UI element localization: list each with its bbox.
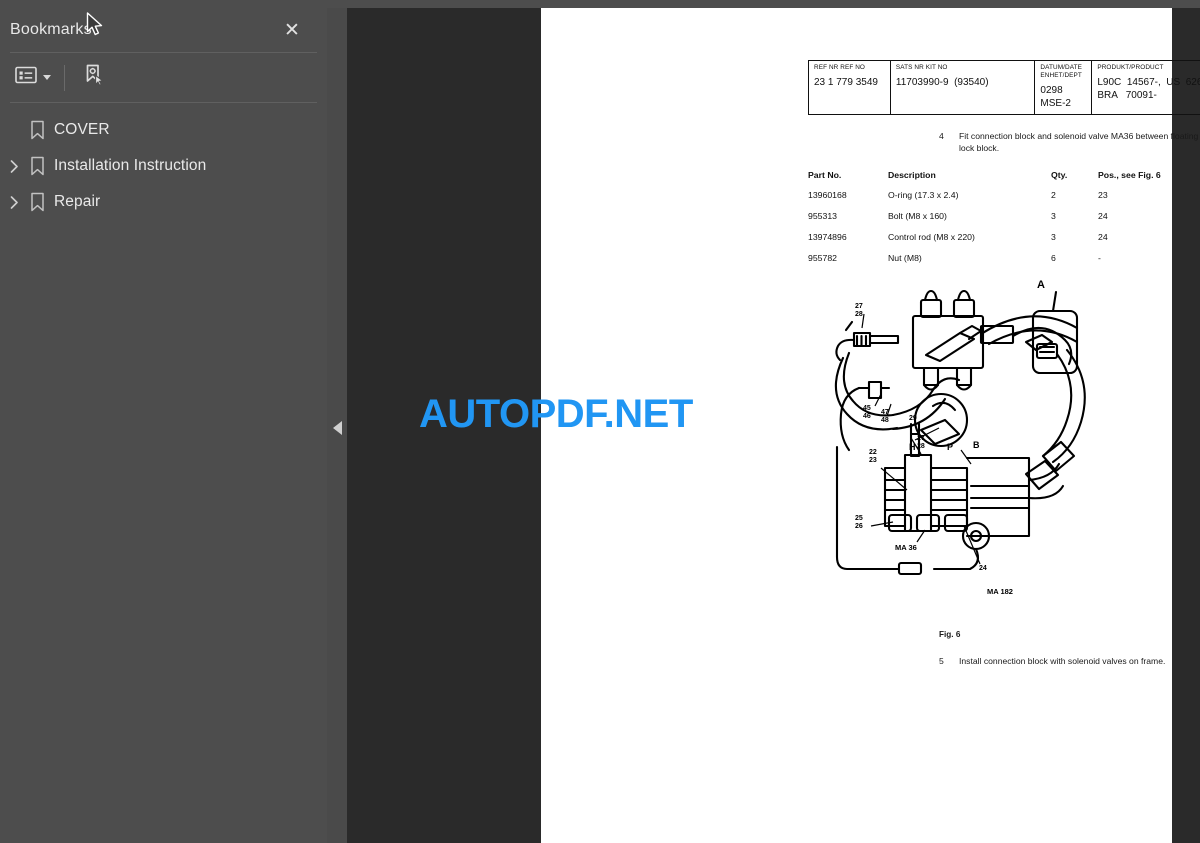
technical-diagram-figure-6: A B H P 27 28 45 46 47 48 29 27 28 22 23… [821, 258, 1121, 608]
chevron-right-icon[interactable] [4, 192, 24, 212]
panel-title: Bookmarks [10, 21, 92, 38]
cell-caption: SATS NR KIT NO [895, 64, 948, 71]
cell-part-no: 13960168 [808, 190, 847, 200]
table-header-row: Part No. Description Qty. Pos., see Fig.… [808, 170, 1200, 190]
cell-value: 0298 MSE-2 [1040, 85, 1071, 110]
bookmark-label: Repair [54, 193, 101, 210]
step-number: 5 [939, 656, 944, 666]
column-header: Description [888, 170, 936, 180]
callout-46: 46 [863, 413, 871, 420]
callout-23: 23 [869, 457, 877, 464]
cell-value: L90C 14567-, US 62629-, BRA 70091- [1097, 77, 1200, 102]
bookmark-icon [24, 192, 50, 212]
callout-22: 22 [869, 449, 877, 456]
bookmark-label: COVER [54, 121, 110, 138]
hydraulic-assembly-drawing: A B H P 27 28 45 46 47 48 29 27 28 22 23… [834, 279, 1086, 596]
callout-48: 48 [881, 417, 889, 424]
cell-description: Bolt (M8 x 160) [888, 211, 947, 221]
table-row: 13974896 Control rod (M8 x 220) 3 24 [808, 232, 1200, 253]
figure-caption: Fig. 6 [939, 630, 961, 639]
bookmark-icon [24, 120, 50, 140]
instruction-step-5: 5 Install connection block with solenoid… [939, 656, 1200, 666]
bookmarks-sidebar: Bookmarks ✕ COVER Installation Instructi… [0, 8, 327, 843]
cell-caption: DATUM/DATE ENHET/DEPT [1040, 64, 1083, 80]
cell-qty: 3 [1051, 211, 1056, 221]
cell-caption: PRODUKT/PRODUCT [1097, 64, 1164, 71]
pdf-page: REF NR REF NO 23 1 779 3549 SATS NR KIT … [541, 8, 1200, 843]
callout-28: 28 [855, 311, 863, 318]
callout-29: 29 [909, 415, 917, 422]
callout-25: 25 [855, 515, 863, 522]
bookmark-item-installation-instruction[interactable]: Installation Instruction [0, 148, 327, 184]
chevron-down-icon [43, 75, 51, 80]
cell-value: 11703990-9 (93540) [895, 77, 989, 89]
step-text: Fit connection block and solenoid valve … [959, 131, 1200, 154]
sidebar-splitter[interactable] [327, 8, 347, 843]
bookmark-icon [24, 156, 50, 176]
callout-47: 47 [881, 409, 889, 416]
column-header: Pos., see Fig. 6 [1098, 170, 1161, 180]
cell-product: PRODUKT/PRODUCT L90C 14567-, US 62629-, … [1091, 59, 1200, 116]
collapse-left-arrow-icon[interactable] [333, 421, 342, 435]
cell-value: 23 1 779 3549 [814, 77, 878, 89]
cell-qty: 2 [1051, 190, 1056, 200]
instruction-step-4: 4 Fit connection block and solenoid valv… [939, 130, 1200, 154]
step-number: 4 [939, 131, 944, 141]
table-row: REF NR REF NO 23 1 779 3549 SATS NR KIT … [808, 59, 1200, 116]
callout-24: 24 [979, 565, 987, 572]
table-row: 955313 Bolt (M8 x 160) 3 24 [808, 211, 1200, 232]
document-header-table: REF NR REF NO 23 1 779 3549 SATS NR KIT … [808, 59, 1200, 116]
close-icon[interactable]: ✕ [279, 17, 305, 43]
callout-H: H [909, 442, 916, 452]
window-top-strip [0, 0, 1200, 8]
callout-45: 45 [863, 405, 871, 412]
table-row: 13960168 O-ring (17.3 x 2.4) 2 23 [808, 190, 1200, 211]
cell-date-dept: DATUM/DATE ENHET/DEPT 0298 MSE-2 [1034, 59, 1093, 116]
bookmark-item-cover[interactable]: COVER [0, 112, 327, 148]
cell-qty: 3 [1051, 232, 1056, 242]
toolbar-separator [64, 64, 65, 91]
document-viewer-area[interactable]: REF NR REF NO 23 1 779 3549 SATS NR KIT … [347, 8, 1200, 843]
bookmarks-toolbar [0, 53, 327, 102]
cell-pos: 24 [1098, 232, 1108, 242]
bookmark-tree: COVER Installation Instruction Repair [0, 103, 327, 220]
step-text: Install connection block with solenoid v… [959, 656, 1166, 666]
bookmarks-panel-header: Bookmarks ✕ [0, 8, 327, 52]
cell-pos: 24 [1098, 211, 1108, 221]
callout-28b: 28 [917, 443, 925, 450]
bookmark-options-button[interactable] [12, 62, 54, 93]
chevron-right-icon[interactable] [4, 156, 24, 176]
cell-caption: REF NR REF NO [814, 64, 866, 71]
cell-description: O-ring (17.3 x 2.4) [888, 190, 959, 200]
chevron-placeholder [4, 120, 24, 140]
bookmark-label: Installation Instruction [54, 157, 207, 174]
cell-ref-no: REF NR REF NO 23 1 779 3549 [808, 59, 891, 116]
pdf-viewer-window: Bookmarks ✕ COVER Installation Instructi… [0, 0, 1200, 843]
bookmark-options-list-icon [15, 66, 37, 89]
bookmark-item-repair[interactable]: Repair [0, 184, 327, 220]
cell-part-no: 955313 [808, 211, 837, 221]
callout-26: 26 [855, 523, 863, 530]
callout-P: P [947, 442, 953, 452]
part-label-ma36: MA 36 [895, 543, 917, 552]
callout-27b: 27 [917, 435, 925, 442]
column-header: Part No. [808, 170, 842, 180]
callout-A: A [1037, 279, 1045, 291]
callout-27: 27 [855, 303, 863, 310]
callout-B: B [973, 440, 980, 450]
column-header: Qty. [1051, 170, 1068, 180]
drawing-number: MA 182 [987, 587, 1013, 596]
cell-kit-no: SATS NR KIT NO 11703990-9 (93540) [889, 59, 1036, 116]
new-bookmark-button[interactable] [79, 59, 109, 96]
new-bookmark-icon [82, 63, 106, 92]
cell-description: Control rod (M8 x 220) [888, 232, 975, 242]
cell-pos: 23 [1098, 190, 1108, 200]
cell-part-no: 13974896 [808, 232, 847, 242]
